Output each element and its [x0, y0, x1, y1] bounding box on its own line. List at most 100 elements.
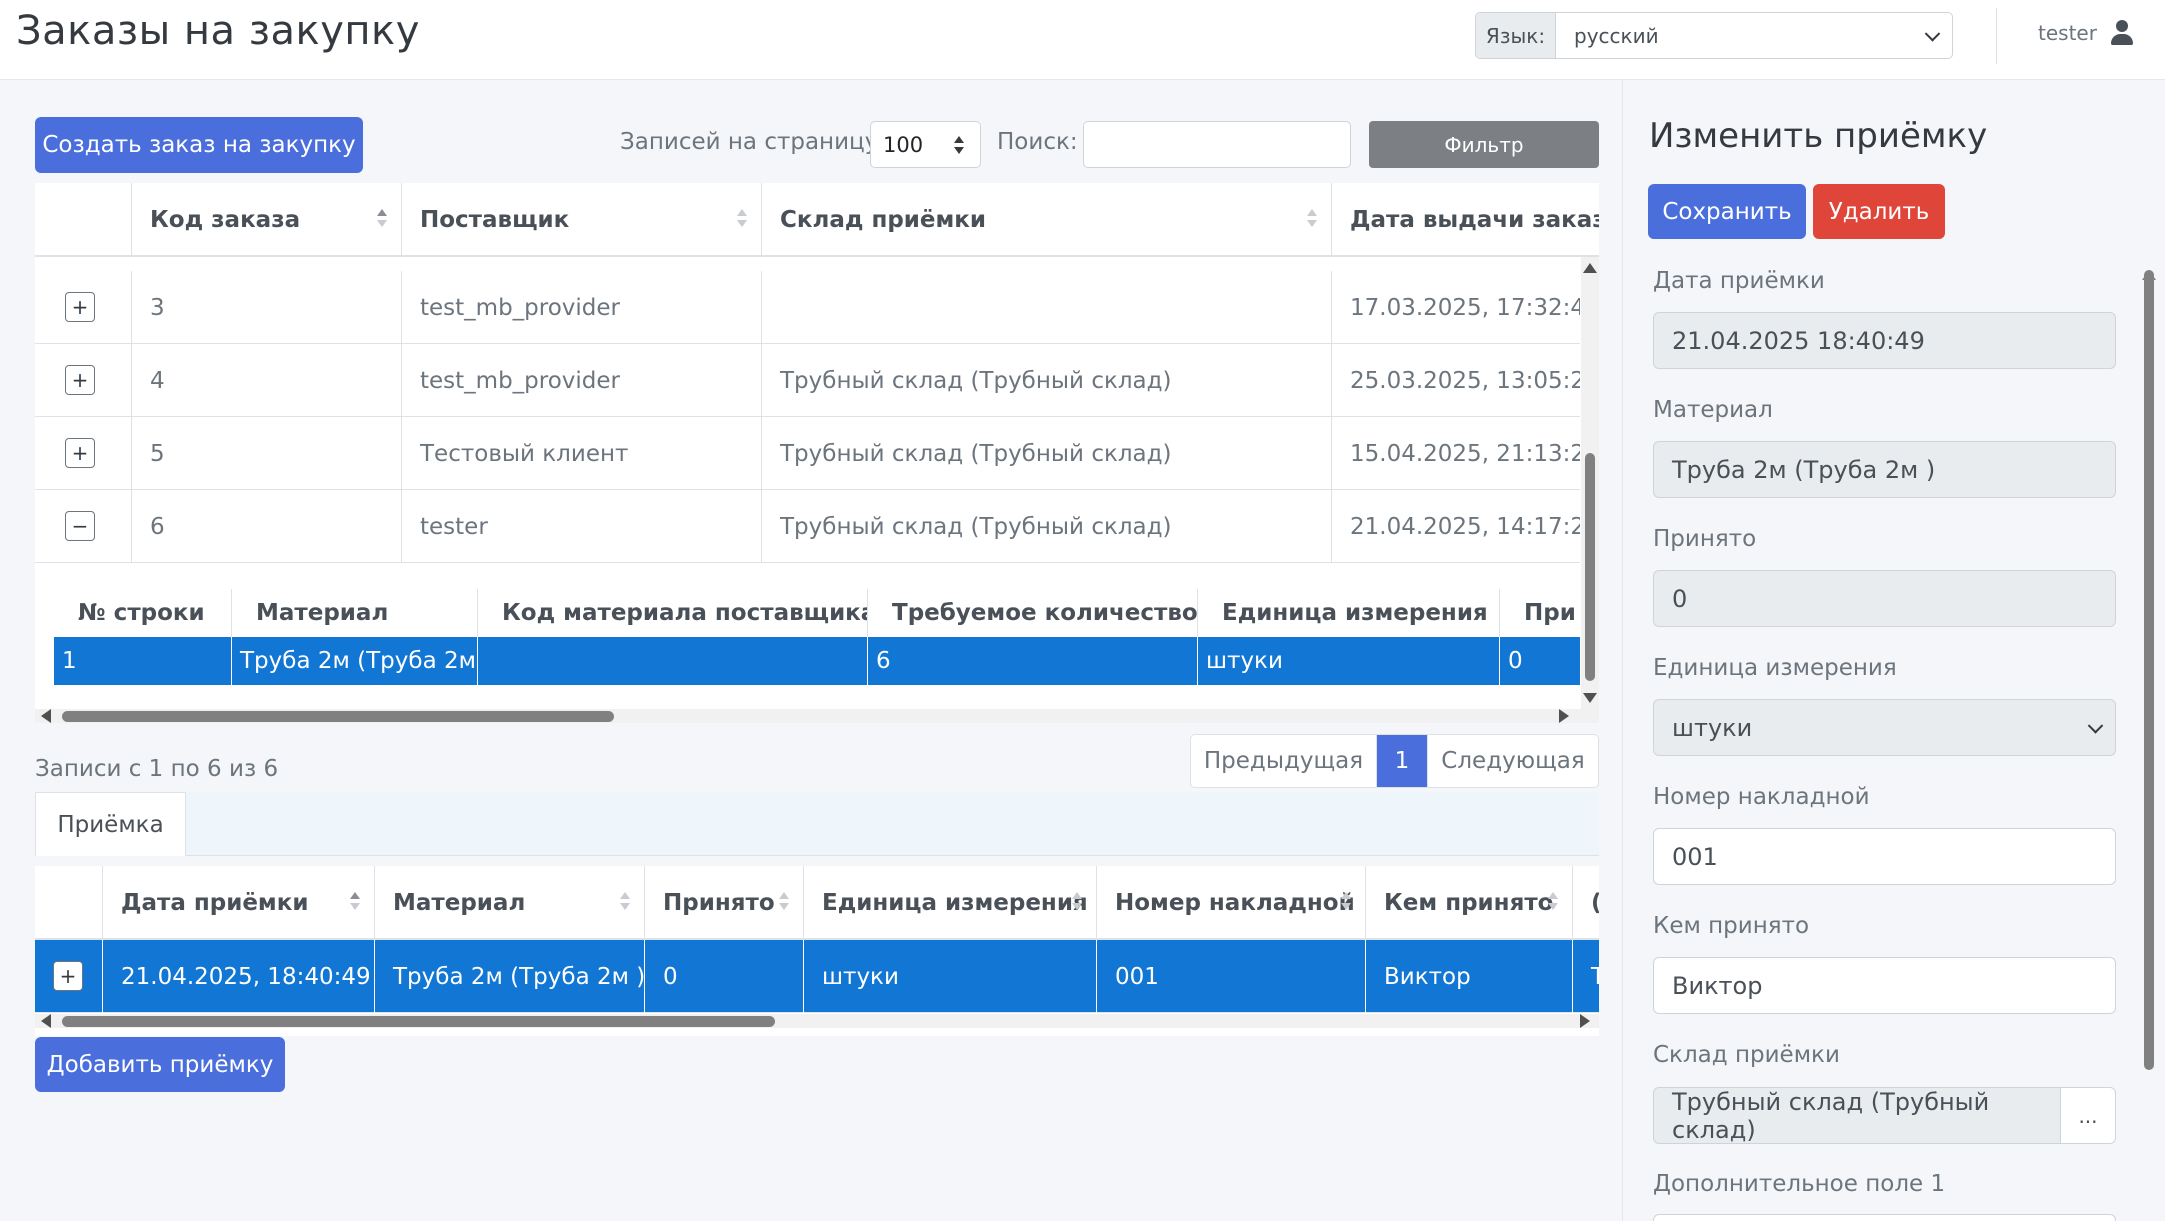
language-selector[interactable]: Язык: русский — [1475, 12, 1953, 59]
expand-icon[interactable]: + — [65, 292, 95, 322]
header-accepted[interactable]: Принято — [645, 866, 804, 940]
warehouse: Трубный склад (Трубный склад) — [762, 344, 1332, 417]
header-warehouse[interactable]: Склад приёмки — [762, 183, 1332, 257]
order-code: 4 — [132, 344, 402, 417]
header-expand — [35, 183, 132, 257]
table-row[interactable]: + 4 test_mb_provider Трубный склад (Труб… — [35, 344, 1580, 417]
scroll-right-icon[interactable] — [1559, 709, 1569, 723]
edit-panel-title: Изменить приёмку — [1649, 116, 1988, 156]
per-page-label: Записей на страницу: — [620, 129, 887, 155]
header-supplier[interactable]: Поставщик — [402, 183, 762, 257]
expand-icon[interactable]: + — [65, 365, 95, 395]
header-material[interactable]: Материал — [375, 866, 645, 940]
edit-panel-scrollbar[interactable] — [2144, 270, 2154, 1070]
receipt-accepted: 0 — [645, 940, 804, 1013]
unit-select[interactable]: штуки — [1653, 699, 2116, 756]
accepted-by-label: Кем принято — [1653, 913, 1810, 939]
header-label: Склад приёмки — [780, 207, 987, 233]
save-button[interactable]: Сохранить — [1648, 184, 1806, 239]
order-code: 3 — [132, 271, 402, 344]
delete-button[interactable]: Удалить — [1813, 184, 1945, 239]
warehouse-field[interactable]: Трубный склад (Трубный склад) — [1653, 1087, 2061, 1144]
per-page-select[interactable]: 100 — [870, 121, 981, 168]
search-input[interactable] — [1083, 121, 1351, 168]
supplier: test_mb_provider — [402, 344, 762, 417]
filter-button[interactable]: Фильтр — [1369, 121, 1599, 168]
receipt-date-field[interactable]: 21.04.2025 18:40:49 — [1653, 312, 2116, 369]
warehouse — [762, 271, 1332, 344]
sort-icon — [1307, 209, 1317, 229]
accepted-by-field[interactable]: Виктор — [1653, 957, 2116, 1014]
scroll-thumb[interactable] — [1585, 453, 1595, 681]
header-label: ( — [1591, 890, 1599, 916]
header-label: Номер накладной — [1115, 890, 1355, 916]
warehouse-label: Склад приёмки — [1653, 1042, 1840, 1068]
header-invoice[interactable]: Номер накладной — [1097, 866, 1366, 940]
order-code: 6 — [132, 490, 402, 563]
tab-receipt[interactable]: Приёмка — [35, 792, 186, 856]
header-issue-date[interactable]: Дата выдачи заказа — [1332, 183, 1599, 257]
expand-icon[interactable]: + — [53, 961, 83, 991]
orders-vscrollbar[interactable] — [1581, 257, 1599, 709]
receipt-row[interactable]: + 21.04.2025, 18:40:49 Труба 2м (Труба 2… — [35, 940, 1599, 1013]
receipts-hscrollbar[interactable] — [35, 1014, 1599, 1028]
expand-cell: + — [35, 417, 132, 490]
search-label: Поиск: — [997, 129, 1078, 155]
receipts-header: Дата приёмки Материал Принято Единица из… — [35, 866, 1599, 940]
orders-hscrollbar[interactable] — [35, 709, 1599, 723]
chevron-down-icon — [2087, 717, 2104, 734]
material-field[interactable]: Труба 2м (Труба 2м ) — [1653, 441, 2116, 498]
scroll-thumb[interactable] — [62, 711, 614, 722]
user-icon — [2110, 20, 2133, 46]
accepted-label: Принято — [1653, 526, 1757, 552]
issue-date: 15.04.2025, 21:13:28 — [1350, 440, 1580, 467]
extra-field[interactable] — [1653, 1214, 2116, 1221]
header-accepted-by[interactable]: Кем принято — [1366, 866, 1573, 940]
sort-icon — [779, 892, 789, 912]
table-row[interactable]: + 5 Тестовый клиент Трубный склад (Трубн… — [35, 417, 1580, 490]
scroll-down-icon[interactable] — [1583, 693, 1597, 703]
scroll-thumb[interactable] — [62, 1016, 775, 1027]
sort-icon — [1072, 892, 1082, 912]
page-1-button[interactable]: 1 — [1377, 735, 1428, 787]
invoice-field[interactable]: 001 — [1653, 828, 2116, 885]
lines-header-unit: Единица измерения — [1198, 589, 1500, 637]
sort-icon — [737, 209, 747, 229]
expand-icon[interactable]: + — [65, 438, 95, 468]
table-row[interactable]: + 3 test_mb_provider 17.03.2025, 17:32:4… — [35, 271, 1580, 344]
prev-page-button[interactable]: Предыдущая — [1191, 735, 1377, 787]
language-select[interactable]: русский — [1556, 13, 1952, 58]
header-expand — [35, 866, 103, 940]
table-row[interactable]: − 6 tester Трубный склад (Трубный склад)… — [35, 490, 1580, 563]
warehouse-picker-button[interactable]: ... — [2060, 1087, 2116, 1144]
line-material: Труба 2м (Труба 2м ) — [232, 637, 478, 685]
scroll-up-icon[interactable] — [1583, 263, 1597, 273]
header-label: Принято — [663, 890, 775, 916]
collapse-icon[interactable]: − — [65, 511, 95, 541]
user-menu[interactable]: tester — [2038, 20, 2133, 46]
receipt-material: Труба 2м (Труба 2м ) — [375, 940, 645, 1013]
unit-label: Единица измерения — [1653, 655, 1897, 681]
header-unit[interactable]: Единица измерения — [804, 866, 1097, 940]
scroll-left-icon[interactable] — [41, 1014, 51, 1028]
accepted-field[interactable]: 0 — [1653, 570, 2116, 627]
material-label: Материал — [1653, 397, 1773, 423]
scroll-left-icon[interactable] — [41, 709, 51, 723]
warehouse: Трубный склад (Трубный склад) — [762, 417, 1332, 490]
header-next[interactable]: ( — [1573, 866, 1599, 940]
scroll-right-icon[interactable] — [1580, 1014, 1590, 1028]
scroll-up-icon[interactable] — [2142, 270, 2156, 280]
issue-date: 25.03.2025, 13:05:29 — [1350, 367, 1580, 394]
invoice-label: Номер накладной — [1653, 784, 1870, 810]
header-receipt-date[interactable]: Дата приёмки — [103, 866, 375, 940]
warehouse: Трубный склад (Трубный склад) — [762, 490, 1332, 563]
header-label: Дата приёмки — [121, 890, 309, 916]
language-label: Язык: — [1476, 13, 1556, 58]
add-receipt-button[interactable]: Добавить приёмку — [35, 1037, 285, 1092]
create-order-button[interactable]: Создать заказ на закупку — [35, 117, 363, 173]
next-page-button[interactable]: Следующая — [1428, 735, 1598, 787]
page-title: Заказы на закупку — [16, 8, 420, 54]
header-label: Материал — [393, 890, 526, 916]
header-order-code[interactable]: Код заказа — [132, 183, 402, 257]
sort-icon — [1341, 892, 1351, 912]
